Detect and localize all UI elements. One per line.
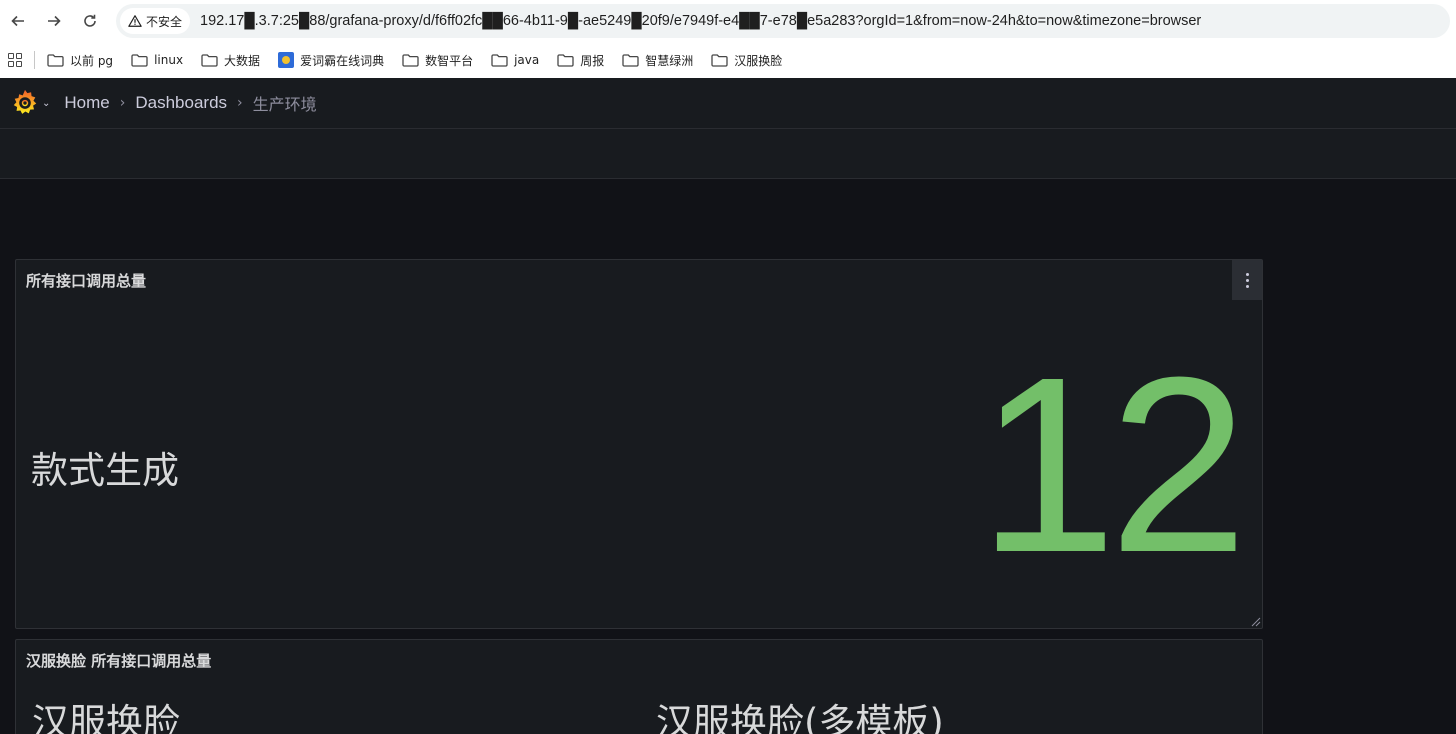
url-text[interactable]: 192.17█.3.7:25█88/grafana-proxy/d/f6ff02…	[200, 13, 1201, 29]
security-chip[interactable]: 不安全	[120, 8, 191, 34]
stat-value: 12	[977, 325, 1248, 604]
bookmark-item[interactable]: 汉服换脸	[711, 52, 782, 69]
bookmarks-bar: 以前 pg linux 大数据 爱词霸在线词典 数智平台 java 周报 智慧绿洲 汉服换脸	[0, 42, 1456, 78]
bookmark-item[interactable]: 以前 pg	[47, 52, 113, 69]
dict-icon	[278, 52, 295, 68]
folder-icon	[47, 53, 64, 67]
bookmark-label: 数智平台	[425, 53, 474, 68]
bookmark-item[interactable]: 智慧绿洲	[622, 52, 693, 69]
stat-name: 汉服换脸(多模板)	[656, 701, 944, 734]
arrow-left-icon	[11, 15, 24, 27]
bookmark-label: 智慧绿洲	[645, 53, 694, 68]
bookmark-label: 汉服换脸	[734, 53, 783, 68]
bookmark-list: 以前 pg linux 大数据 爱词霸在线词典 数智平台 java 周报 智慧绿洲 汉服换脸	[47, 52, 800, 69]
security-label: 不安全	[146, 14, 183, 29]
bookmarks-divider	[34, 51, 35, 69]
reload-button[interactable]	[72, 3, 108, 39]
resize-handle-icon[interactable]	[1249, 615, 1261, 627]
bookmark-item[interactable]: 周报	[557, 52, 604, 69]
stat-panel-total-calls: 所有接口调用总量 款式生成 12	[15, 259, 1263, 629]
folder-icon	[201, 53, 218, 67]
bookmark-label: java	[514, 53, 540, 67]
chevron-right-icon: ›	[237, 95, 243, 111]
panel-menu-button[interactable]	[1232, 260, 1262, 300]
apps-grid-icon[interactable]	[6, 51, 24, 69]
bookmark-label: 以前 pg	[70, 53, 114, 68]
warning-icon	[128, 15, 142, 27]
folder-icon	[711, 53, 728, 67]
bookmark-label: 爱词霸在线词典	[300, 53, 385, 68]
forward-button[interactable]	[36, 3, 72, 39]
bookmark-item[interactable]: 数智平台	[402, 52, 473, 69]
grafana-topbar: ⌄ Home › Dashboards › 生产环境	[0, 78, 1456, 129]
address-bar[interactable]: 不安全 192.17█.3.7:25█88/grafana-proxy/d/f6…	[116, 4, 1450, 38]
panel-title[interactable]: 所有接口调用总量	[26, 270, 146, 291]
bookmark-label: 周报	[580, 53, 605, 68]
folder-icon	[622, 53, 639, 67]
bookmark-item[interactable]: 大数据	[201, 52, 260, 69]
grafana-logo-icon[interactable]	[10, 88, 40, 118]
folder-icon	[491, 53, 508, 67]
back-button[interactable]	[0, 3, 36, 39]
breadcrumb-current: 生产环境	[252, 97, 317, 114]
bookmark-item[interactable]: java	[491, 53, 539, 67]
stat-name: 汉服换脸	[32, 701, 180, 734]
folder-icon	[557, 53, 574, 67]
folder-icon	[131, 53, 148, 67]
stat-panel-hanfu-calls: 汉服换脸 所有接口调用总量 汉服换脸 汉服换脸(多模板)	[15, 639, 1263, 734]
reload-icon	[84, 14, 96, 27]
bookmark-label: linux	[154, 53, 184, 67]
folder-icon	[402, 53, 419, 67]
browser-toolbar: 不安全 192.17█.3.7:25█88/grafana-proxy/d/f6…	[0, 0, 1456, 42]
chevron-down-icon[interactable]: ⌄	[42, 98, 50, 109]
breadcrumb-dashboards[interactable]: Dashboards	[135, 93, 227, 113]
bookmark-item[interactable]: linux	[131, 53, 183, 67]
arrow-right-icon	[48, 15, 61, 27]
panel-title[interactable]: 汉服换脸 所有接口调用总量	[26, 650, 211, 671]
bookmark-label: 大数据	[224, 53, 261, 68]
breadcrumb-home[interactable]: Home	[64, 93, 109, 113]
dashboard-toolbar	[0, 129, 1456, 179]
bookmark-item[interactable]: 爱词霸在线词典	[278, 52, 384, 69]
stat-name: 款式生成	[31, 449, 179, 492]
chevron-right-icon: ›	[119, 95, 126, 111]
